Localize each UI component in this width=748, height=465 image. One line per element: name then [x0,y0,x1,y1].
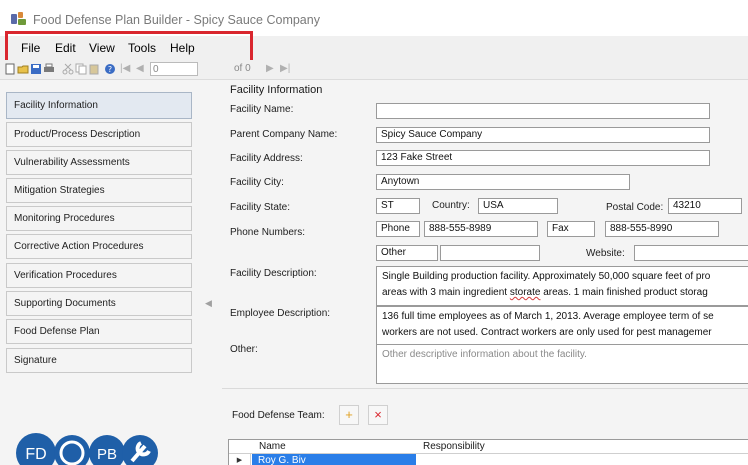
facility-description-line-1: Single Building production facility. App… [382,271,711,282]
record-number-field[interactable]: 0 [150,62,198,76]
phone-number-field[interactable]: 888-555-8989 [424,221,538,237]
facility-description-field[interactable]: Single Building production facility. App… [376,266,748,306]
employee-description-line-1: 136 full time employees as of March 1, 2… [382,311,714,322]
sidebar-item-signature[interactable]: Signature [6,348,192,373]
window-title: Food Defense Plan Builder - Spicy Sauce … [33,13,320,27]
prev-record-icon[interactable]: ◀ [136,62,144,76]
team-grid-header: Name Responsibility [229,440,748,454]
employee-description-label: Employee Description: [230,308,331,319]
facility-description-label: Facility Description: [230,268,317,279]
facility-description-line-2: areas with 3 main ingredient storate are… [382,287,708,298]
remove-team-member-button[interactable]: × [368,405,388,425]
country-field[interactable]: USA [478,198,558,214]
print-icon[interactable] [43,63,55,75]
other-phone-type-field[interactable]: Other [376,245,438,261]
fax-number-field[interactable]: 888-555-8990 [605,221,719,237]
add-icon: + [345,407,353,422]
section-title: Facility Information [230,84,323,96]
phone-numbers-label: Phone Numbers: [230,227,306,238]
facility-city-field[interactable]: Anytown [376,174,630,190]
name-column-header[interactable]: Name [259,441,286,452]
other-label: Other: [230,344,258,355]
fax-type-field[interactable]: Fax [547,221,595,237]
logo-text-pb: PB [97,446,117,463]
food-defense-team-label: Food Defense Team: [232,410,325,421]
collapse-arrow-icon[interactable]: ◀ [205,298,212,309]
sidebar-item-vulnerability[interactable]: Vulnerability Assessments [6,150,192,175]
sidebar-item-food-defense-plan[interactable]: Food Defense Plan [6,319,192,344]
sidebar: Facility Information Product/Process Des… [0,80,200,465]
facility-state-label: Facility State: [230,202,291,213]
delete-icon: × [374,407,382,422]
panel-splitter[interactable]: ◀ [200,80,222,465]
facility-address-label: Facility Address: [230,153,303,164]
first-record-icon[interactable]: |◀ [120,62,130,76]
table-row[interactable]: Roy G. Biv [252,454,416,465]
menu-highlight-box [5,31,253,63]
other-description-field[interactable]: Other descriptive information about the … [376,344,748,384]
postal-code-field[interactable]: 43210 [668,198,742,214]
facility-city-label: Facility City: [230,177,284,188]
food-defense-team-panel: Food Defense Team: + × Name Responsibili… [222,388,748,465]
sidebar-item-mitigation[interactable]: Mitigation Strategies [6,178,192,203]
sidebar-item-monitoring[interactable]: Monitoring Procedures [6,206,192,231]
misspelled-word: storate [509,287,541,298]
paste-icon[interactable] [88,63,100,75]
row-indicator-icon: ▶ [229,454,251,465]
responsibility-column-header[interactable]: Responsibility [423,441,485,452]
other-phone-number-field[interactable] [440,245,540,261]
parent-company-label: Parent Company Name: [230,129,338,140]
facility-name-field[interactable] [376,103,710,119]
new-icon[interactable] [4,63,16,75]
save-icon[interactable] [30,63,42,75]
help-icon[interactable]: ? [104,63,116,75]
open-icon[interactable] [17,63,29,75]
next-record-icon[interactable]: ▶ [266,62,274,76]
postal-code-label: Postal Code: [606,202,664,213]
sidebar-item-product-process[interactable]: Product/Process Description [6,122,192,147]
country-label: Country: [432,200,470,211]
employee-description-field[interactable]: 136 full time employees as of March 1, 2… [376,306,748,346]
employee-description-line-2: workers are not used. Contract workers a… [382,327,712,338]
record-count: of 0 [234,63,251,74]
sidebar-item-supporting-documents[interactable]: Supporting Documents [6,291,192,316]
sidebar-item-corrective-action[interactable]: Corrective Action Procedures [6,234,192,259]
fdpb-logo: FD PB [16,433,158,465]
website-label: Website: [586,248,625,259]
phone-type-field[interactable]: Phone [376,221,420,237]
last-record-icon[interactable]: ▶| [280,62,290,76]
parent-company-field[interactable]: Spicy Sauce Company [376,127,710,143]
team-grid: Name Responsibility ▶ Roy G. Biv [228,439,748,465]
toolbar: ? |◀ ◀ 0 of 0 ▶ ▶| [0,60,748,80]
website-field[interactable] [634,245,748,261]
svg-text:?: ? [108,65,112,74]
facility-information-panel: Facility Information Facility Name: Pare… [222,80,748,465]
copy-icon[interactable] [75,63,87,75]
facility-state-field[interactable]: ST [376,198,420,214]
facility-name-label: Facility Name: [230,104,294,115]
sidebar-item-verification[interactable]: Verification Procedures [6,263,192,288]
sidebar-item-facility-information[interactable]: Facility Information [6,92,192,119]
logo-text-fd: FD [25,446,46,463]
app-logo-icon [11,12,26,25]
facility-address-field[interactable]: 123 Fake Street [376,150,710,166]
cut-icon[interactable] [62,63,74,75]
add-team-member-button[interactable]: + [339,405,359,425]
